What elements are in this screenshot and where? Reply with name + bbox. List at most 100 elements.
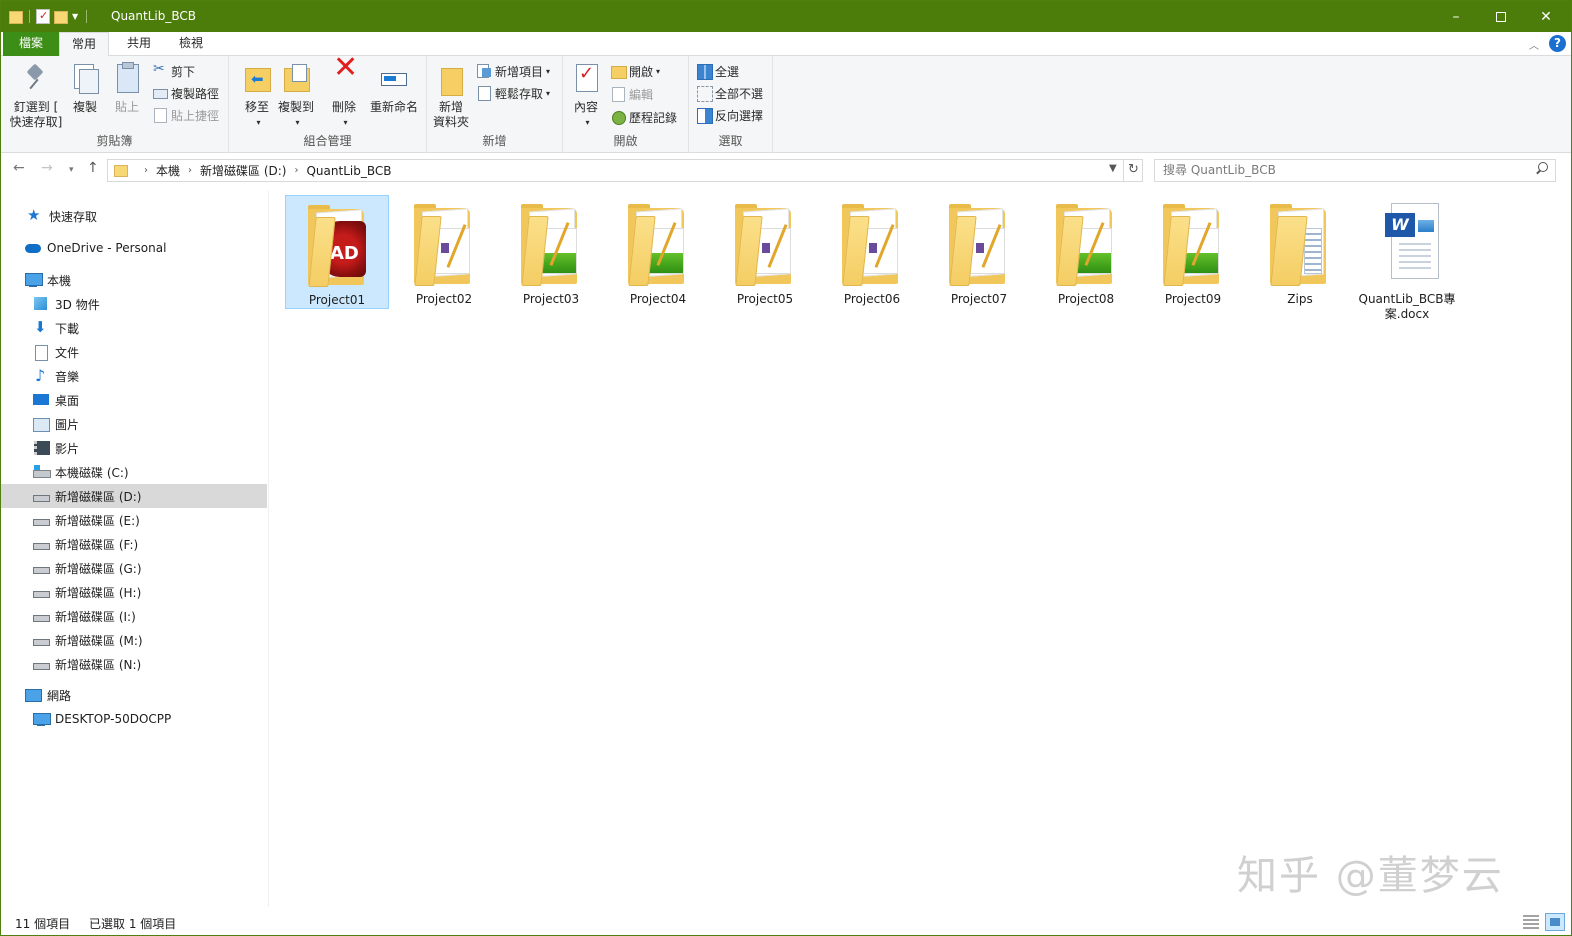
nav-item-drive-d[interactable]: 新增磁碟區 (D:) bbox=[1, 484, 267, 508]
breadcrumb-current-folder[interactable]: QuantLib_BCB bbox=[306, 164, 391, 178]
copy-path-button[interactable]: 複製路徑 bbox=[153, 83, 219, 103]
nav-item-drive-n[interactable]: 新增磁碟區 (N:) bbox=[1, 652, 267, 676]
chevron-down-icon: ▾ bbox=[546, 66, 551, 76]
folder-item-project04[interactable]: Project04 bbox=[606, 195, 710, 309]
properties-icon[interactable] bbox=[36, 9, 50, 24]
nav-item-videos[interactable]: 影片 bbox=[1, 436, 267, 460]
details-view-icon[interactable] bbox=[1523, 915, 1539, 929]
pin-quick-access-button[interactable]: 釘選到 [ 快速存取] bbox=[7, 62, 65, 130]
properties-button[interactable]: 內容 ▾ bbox=[569, 62, 603, 130]
cut-button[interactable]: 剪下 bbox=[153, 61, 195, 81]
tab-share[interactable]: 共用 bbox=[113, 32, 165, 56]
easy-access-button[interactable]: 輕鬆存取 ▾ bbox=[477, 83, 550, 103]
nav-item-drive-h[interactable]: 新增磁碟區 (H:) bbox=[1, 580, 267, 604]
select-all-icon bbox=[697, 64, 713, 80]
paste-shortcut-button[interactable]: 貼上捷徑 bbox=[153, 105, 219, 125]
tab-view[interactable]: 檢視 bbox=[165, 32, 217, 56]
nav-item-music[interactable]: 音樂 bbox=[1, 364, 267, 388]
copy-to-button[interactable]: 複製到 ▾ bbox=[275, 62, 317, 130]
pin-label-line1: 釘選到 [ bbox=[13, 100, 59, 114]
nav-item-quick-access[interactable]: 快速存取 bbox=[1, 204, 267, 228]
forward-arrow-icon[interactable]: → bbox=[41, 160, 53, 176]
folder-item-project07[interactable]: Project07 bbox=[927, 195, 1031, 309]
delete-button[interactable]: 刪除 ▾ bbox=[327, 60, 361, 130]
chevron-right-icon[interactable]: › bbox=[294, 165, 298, 176]
folder-item-project02[interactable]: Project02 bbox=[392, 195, 496, 309]
close-button[interactable]: ✕ bbox=[1523, 1, 1569, 32]
copy-button[interactable]: 複製 bbox=[67, 62, 103, 115]
open-button[interactable]: 開啟 ▾ bbox=[611, 61, 660, 81]
breadcrumb-this-pc[interactable]: 本機 bbox=[156, 162, 180, 179]
maximize-icon bbox=[1496, 11, 1506, 22]
nav-item-this-pc[interactable]: 本機 bbox=[1, 268, 267, 292]
address-bar[interactable]: › 本機 › 新增磁碟區 (D:) › QuantLib_BCB bbox=[107, 159, 1143, 182]
chevron-right-icon[interactable]: › bbox=[144, 165, 148, 176]
maximize-button[interactable] bbox=[1478, 1, 1524, 32]
new-folder-icon[interactable] bbox=[54, 10, 68, 24]
nav-item-documents[interactable]: 文件 bbox=[1, 340, 267, 364]
select-all-button[interactable]: 全選 bbox=[697, 61, 739, 81]
download-icon bbox=[33, 318, 49, 336]
recent-locations-chevron-icon[interactable]: ▾ bbox=[69, 165, 74, 175]
folder-item-project08[interactable]: Project08 bbox=[1034, 195, 1138, 309]
nav-item-drive-g[interactable]: 新增磁碟區 (G:) bbox=[1, 556, 267, 580]
new-item-label: 新增項目 bbox=[495, 64, 544, 79]
nav-item-network[interactable]: 網路 bbox=[1, 683, 267, 707]
file-name: Project06 bbox=[843, 292, 901, 306]
cut-label: 剪下 bbox=[171, 64, 196, 79]
back-arrow-icon[interactable]: ← bbox=[13, 160, 25, 176]
rename-button[interactable]: 重新命名 bbox=[367, 62, 421, 115]
nav-item-downloads[interactable]: 下載 bbox=[1, 316, 267, 340]
history-button[interactable]: 歷程記錄 bbox=[611, 107, 677, 127]
folder-icon bbox=[1163, 204, 1225, 286]
chevron-right-icon[interactable]: › bbox=[188, 165, 192, 176]
folder-item-zips[interactable]: Zips bbox=[1248, 195, 1352, 309]
tab-home[interactable]: 常用 bbox=[59, 32, 109, 57]
folder-item-project06[interactable]: Project06 bbox=[820, 195, 924, 309]
clipboard-group: 釘選到 [ 快速存取] 複製 貼上 剪下 複製路徑 貼上捷徑 bbox=[1, 56, 229, 153]
nav-item-drive-i[interactable]: 新增磁碟區 (I:) bbox=[1, 604, 267, 628]
search-input[interactable]: 搜尋 QuantLib_BCB bbox=[1154, 159, 1556, 182]
nav-item-drive-c[interactable]: 本機磁碟 (C:) bbox=[1, 460, 267, 484]
move-to-button[interactable]: 移至 ▾ bbox=[237, 62, 277, 130]
chevron-down-icon: ▾ bbox=[343, 118, 348, 127]
breadcrumb-drive-d[interactable]: 新增磁碟區 (D:) bbox=[200, 162, 286, 179]
tab-file[interactable]: 檔案 bbox=[3, 32, 59, 56]
properties-label: 內容 bbox=[573, 100, 598, 114]
nav-item-pictures[interactable]: 圖片 bbox=[1, 412, 267, 436]
up-arrow-icon[interactable]: ↑ bbox=[87, 160, 99, 176]
file-item-docx[interactable]: W QuantLib_BCB專案.docx bbox=[1355, 195, 1459, 325]
new-item-button[interactable]: 新增項目 ▾ bbox=[477, 61, 550, 81]
nav-item-desktop-computer[interactable]: DESKTOP-50DOCPP bbox=[1, 707, 267, 731]
large-icons-view-icon[interactable] bbox=[1545, 913, 1565, 931]
edit-button[interactable]: 編輯 bbox=[611, 84, 653, 104]
chevron-down-icon[interactable]: ▼ bbox=[72, 12, 78, 21]
nav-item-3d-objects[interactable]: 3D 物件 bbox=[1, 292, 267, 316]
cloud-icon bbox=[25, 241, 41, 255]
paste-button[interactable]: 貼上 bbox=[109, 62, 145, 115]
help-icon[interactable]: ? bbox=[1549, 35, 1566, 52]
nav-item-label: 新增磁碟區 (H:) bbox=[55, 585, 142, 600]
invert-selection-button[interactable]: 反向選擇 bbox=[697, 105, 763, 125]
new-group-label: 新增 bbox=[482, 134, 507, 148]
nav-item-drive-m[interactable]: 新增磁碟區 (M:) bbox=[1, 628, 267, 652]
open-icon bbox=[611, 64, 627, 79]
chevron-up-icon[interactable]: ︿ bbox=[1529, 37, 1539, 52]
select-none-button[interactable]: 全部不選 bbox=[697, 83, 763, 103]
organize-group-label: 組合管理 bbox=[303, 134, 352, 148]
refresh-icon[interactable]: ↻ bbox=[1123, 159, 1143, 182]
folder-item-project05[interactable]: Project05 bbox=[713, 195, 817, 309]
new-folder-button[interactable]: 新增 資料夾 bbox=[431, 62, 471, 130]
minimize-button[interactable]: – bbox=[1433, 1, 1479, 32]
address-dropdown-icon[interactable]: ▼ bbox=[1109, 163, 1117, 174]
nav-item-label: DESKTOP-50DOCPP bbox=[55, 712, 172, 726]
nav-item-label: 桌面 bbox=[55, 393, 80, 408]
nav-item-desktop[interactable]: 桌面 bbox=[1, 388, 267, 412]
nav-item-onedrive[interactable]: OneDrive - Personal bbox=[1, 236, 267, 260]
nav-item-drive-e[interactable]: 新增磁碟區 (E:) bbox=[1, 508, 267, 532]
nav-item-drive-f[interactable]: 新增磁碟區 (F:) bbox=[1, 532, 267, 556]
folder-item-project01[interactable]: AD Project01 bbox=[285, 195, 389, 309]
folder-item-project09[interactable]: Project09 bbox=[1141, 195, 1245, 309]
folder-item-project03[interactable]: Project03 bbox=[499, 195, 603, 309]
search-icon[interactable] bbox=[1535, 162, 1549, 176]
